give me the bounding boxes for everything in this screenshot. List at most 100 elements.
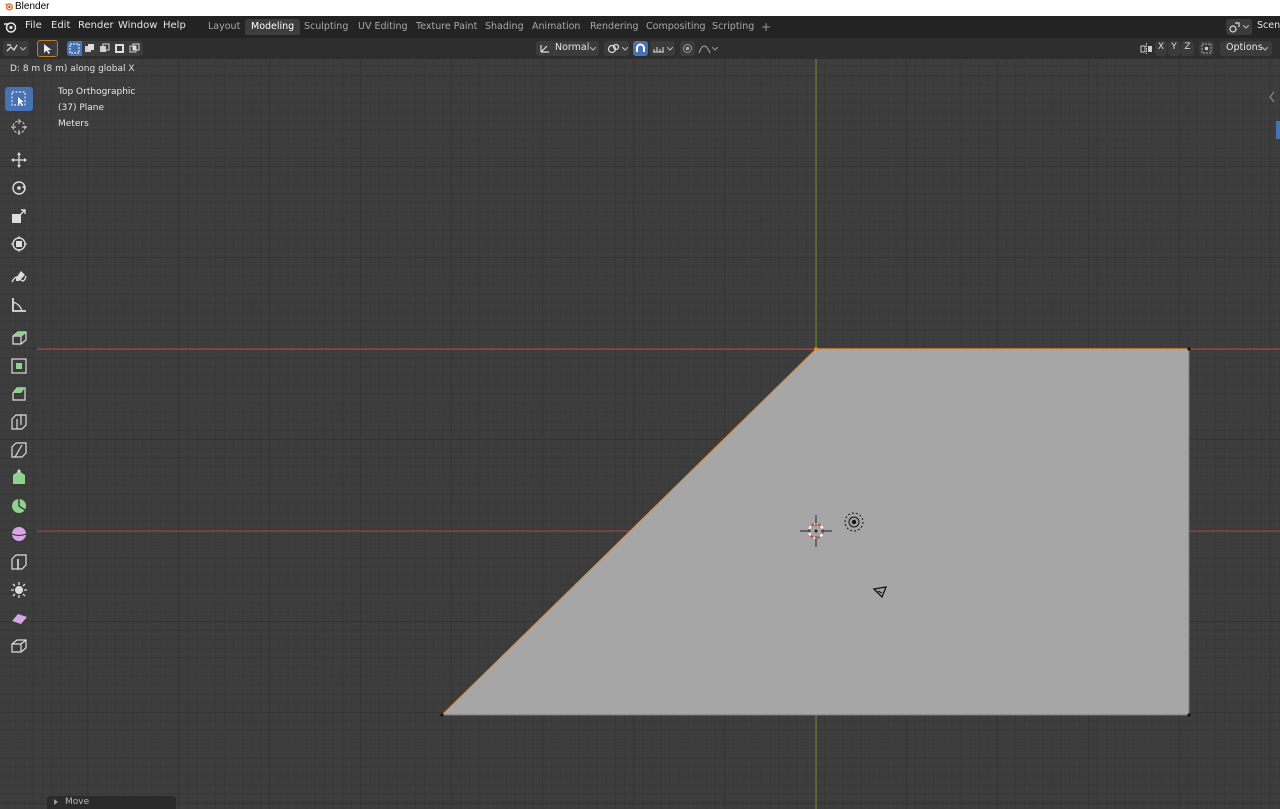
tool-measure[interactable] (5, 293, 33, 317)
tool-bevel[interactable] (5, 382, 33, 406)
tool-inset-faces[interactable] (5, 354, 33, 378)
last-operator-panel[interactable]: Move (47, 796, 176, 809)
tab-layout[interactable]: Layout (202, 19, 246, 35)
tool-cursor[interactable] (5, 115, 33, 139)
orientation-icon (540, 45, 549, 53)
select-new-icon (69, 43, 80, 54)
tool-rip-region[interactable] (5, 634, 33, 658)
scene-name[interactable]: Scene (1257, 20, 1280, 31)
tab-rendering[interactable]: Rendering (584, 19, 645, 35)
tool-spin[interactable] (5, 494, 33, 518)
blender-menu-icon[interactable] (3, 20, 17, 34)
tab-compositing[interactable]: Compositing (640, 19, 712, 35)
select-new-button[interactable] (67, 41, 82, 56)
loop-cut-icon (11, 414, 27, 430)
bevel-icon (12, 387, 26, 401)
chevron-down-icon (20, 47, 26, 51)
sidebar-tab-indicator[interactable] (1276, 121, 1280, 139)
poly-build-icon (13, 469, 25, 484)
tool-rotate[interactable] (5, 176, 33, 200)
mirror-icon[interactable] (1140, 43, 1153, 54)
tool-extrude-region[interactable] (5, 326, 33, 350)
tab-modeling[interactable]: Modeling (245, 19, 301, 35)
select-extend-icon[interactable] (84, 43, 95, 54)
tool-poly-build[interactable] (5, 466, 33, 490)
tool-shrink-fatten[interactable] (5, 578, 33, 602)
tool-transform[interactable] (5, 232, 33, 256)
chevron-down-icon (1262, 47, 1268, 51)
vertex-bottom-right[interactable] (1187, 713, 1191, 717)
tool-scale[interactable] (5, 204, 33, 228)
mirror-x-toggle[interactable]: X (1155, 41, 1167, 56)
units-label: Meters (58, 119, 89, 129)
transform-orientation-dropdown[interactable]: Normal (536, 41, 599, 56)
measure-icon (12, 298, 26, 312)
move-icon (11, 152, 27, 168)
pivot-point-dropdown[interactable] (604, 41, 629, 56)
menu-file[interactable]: File (25, 20, 42, 31)
last-operator-label: Move (65, 797, 90, 807)
viewport-header: Normal X Y Z Options (0, 38, 1280, 60)
mirror-z-toggle[interactable]: Z (1181, 41, 1194, 56)
tool-smooth[interactable] (5, 522, 33, 546)
transform-icon (11, 236, 27, 252)
mirror-y-toggle[interactable]: Y (1168, 41, 1180, 56)
tab-sculpting[interactable]: Sculpting (298, 19, 354, 35)
rip-region-icon (11, 639, 27, 653)
add-workspace-button[interactable]: + (755, 19, 777, 35)
scene-icon (1229, 22, 1240, 33)
menu-window[interactable]: Window (118, 20, 157, 31)
chevron-down-icon (622, 47, 628, 51)
tool-knife[interactable] (5, 438, 33, 462)
editor-type-button[interactable] (3, 41, 29, 56)
falloff-curve-icon (698, 45, 711, 54)
tool-annotate[interactable] (5, 265, 33, 289)
tool-select-mode-button[interactable] (37, 40, 58, 57)
snap-target-dropdown[interactable] (650, 41, 675, 56)
menu-render[interactable]: Render (78, 20, 114, 31)
knife-icon (11, 442, 27, 458)
tool-shear[interactable] (5, 606, 33, 630)
vertex-top-left[interactable] (814, 347, 818, 351)
select-intersect-icon[interactable] (129, 43, 140, 54)
select-invert-icon[interactable] (114, 43, 125, 54)
tool-loop-cut[interactable] (5, 410, 33, 434)
top-bar: File Edit Render Window Help Layout Mode… (0, 16, 1280, 38)
chevron-down-icon (667, 47, 673, 51)
transform-orientation-label: Normal (555, 42, 590, 53)
vertex-bottom-left[interactable] (440, 713, 444, 717)
tab-texture-paint[interactable]: Texture Paint (410, 19, 483, 35)
shear-icon (12, 614, 27, 624)
proportional-editing-toggle[interactable] (680, 41, 695, 56)
tab-shading[interactable]: Shading (479, 19, 530, 35)
3d-viewport[interactable]: D: 8 m (8 m) along global X Top Orthogra… (0, 59, 1280, 809)
menu-edit[interactable]: Edit (51, 20, 70, 31)
tool-move[interactable] (5, 148, 33, 172)
shrink-fatten-icon (11, 582, 27, 598)
options-label: Options (1226, 42, 1263, 53)
options-dropdown[interactable]: Options (1220, 41, 1272, 56)
proportional-falloff-dropdown[interactable] (697, 41, 721, 56)
tool-select-box[interactable] (5, 87, 33, 111)
tab-uv-editing[interactable]: UV Editing (352, 19, 414, 35)
scene-selector-button[interactable] (1226, 19, 1252, 35)
tool-edge-slide[interactable] (5, 550, 33, 574)
magnet-icon (636, 43, 645, 52)
chevron-down-icon (712, 47, 718, 51)
auto-merge-toggle[interactable] (1199, 41, 1214, 56)
snap-toggle-button[interactable] (633, 41, 648, 56)
select-subtract-icon[interactable] (99, 43, 110, 54)
menu-help[interactable]: Help (163, 20, 186, 31)
pivot-point-icon (607, 43, 620, 54)
edge-slide-icon (11, 554, 27, 570)
tab-animation[interactable]: Animation (526, 19, 586, 35)
rotate-icon (12, 181, 26, 195)
sidebar-toggle-icon[interactable] (1268, 91, 1276, 103)
vertex-top-right[interactable] (1187, 347, 1191, 351)
tab-scripting[interactable]: Scripting (706, 19, 760, 35)
annotate-icon (11, 271, 27, 283)
snap-increment-icon (653, 47, 664, 53)
scale-icon (12, 209, 26, 223)
window-titlebar: Blender (0, 0, 1280, 16)
expand-triangle-icon[interactable] (54, 799, 58, 805)
